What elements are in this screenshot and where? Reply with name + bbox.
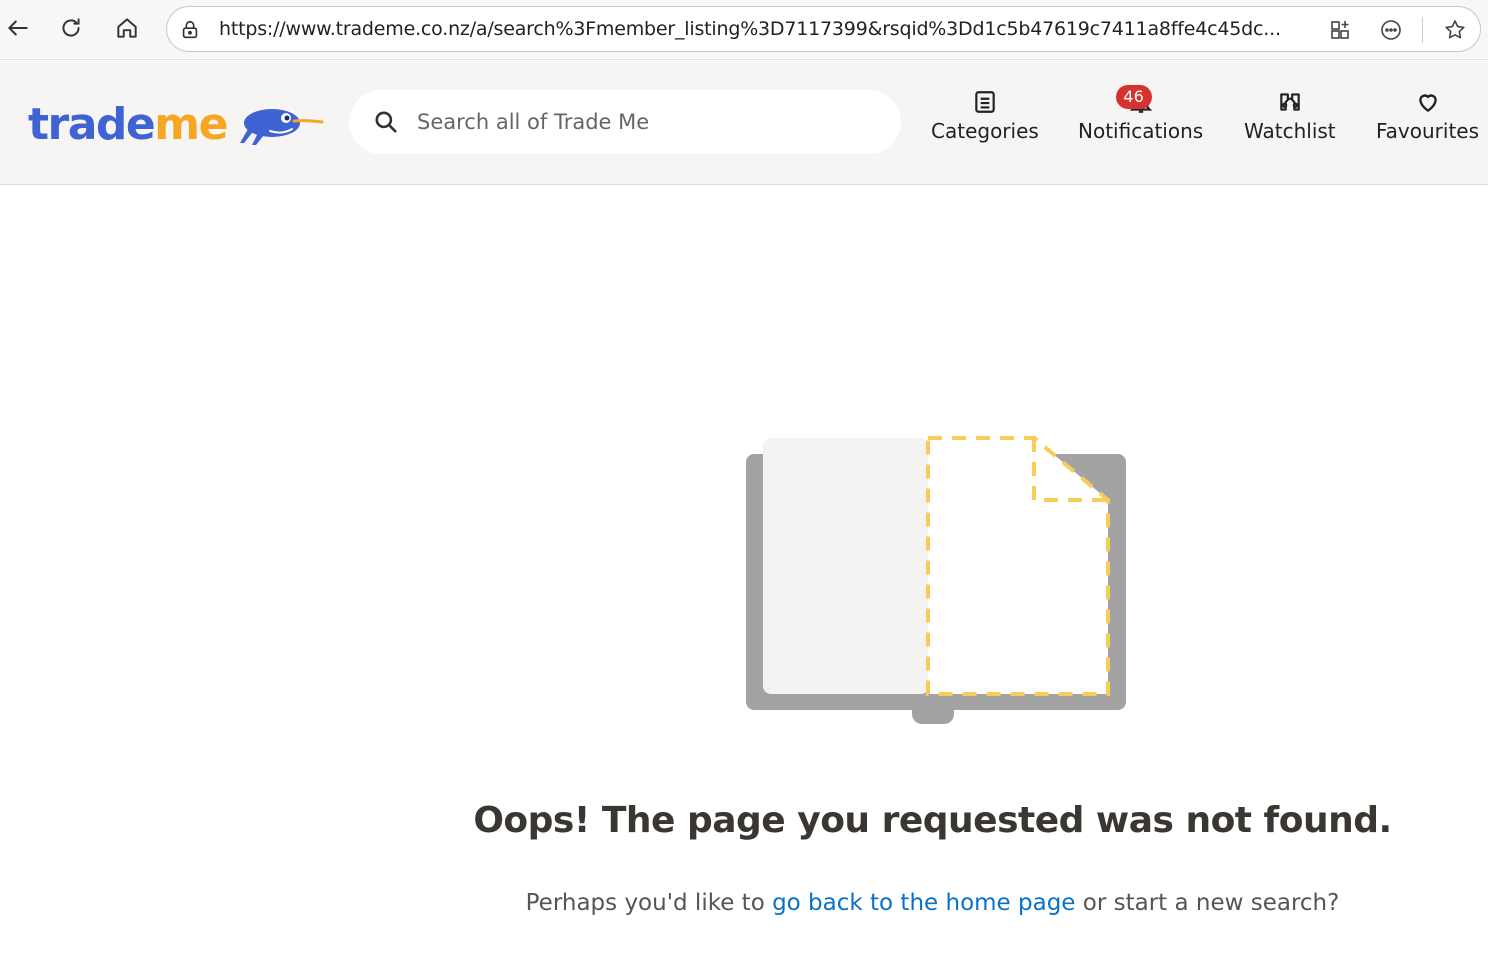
back-arrow-icon	[8, 20, 28, 36]
error-subtitle: Perhaps you'd like to go back to the hom…	[0, 890, 1488, 916]
app-available-button[interactable]	[1326, 15, 1356, 45]
binoculars-icon	[1280, 93, 1300, 111]
home-button[interactable]	[109, 10, 145, 46]
site-header: trademe Categories 46 Notification	[0, 61, 1488, 185]
home-page-link[interactable]: go back to the home page	[772, 890, 1075, 916]
reload-icon	[62, 18, 80, 37]
lock-icon[interactable]	[179, 19, 201, 41]
nav-watchlist-label: Watchlist	[1244, 119, 1336, 143]
logo-me: me	[154, 99, 228, 150]
home-icon	[117, 18, 137, 38]
nav-favourites-label: Favourites	[1376, 119, 1480, 143]
notification-count-badge: 46	[1115, 85, 1152, 109]
nav-notifications-label: Notifications	[1078, 119, 1204, 143]
logo-trade: trade	[28, 99, 156, 150]
address-url[interactable]: https://www.trademe.co.nz/a/search%3Fmem…	[219, 18, 1309, 40]
trademe-logo[interactable]: trademe	[28, 97, 328, 153]
list-icon	[975, 91, 995, 113]
address-bar[interactable]: https://www.trademe.co.nz/a/search%3Fmem…	[166, 6, 1481, 52]
browser-toolbar: https://www.trademe.co.nz/a/search%3Fmem…	[0, 0, 1488, 60]
more-dots-icon	[1381, 20, 1401, 40]
nav-favourites[interactable]: Favourites	[1376, 89, 1479, 159]
search-input[interactable]	[417, 104, 877, 140]
subtitle-suffix: or start a new search?	[1075, 890, 1340, 916]
subtitle-prefix: Perhaps you'd like to	[525, 890, 773, 916]
page-title: Oops! The page you requested was not fou…	[473, 800, 1392, 841]
kiwi-bird-icon	[240, 109, 324, 145]
app-grid-icon	[1331, 21, 1349, 39]
reload-button[interactable]	[53, 10, 89, 46]
nav-categories[interactable]: Categories	[931, 89, 1039, 159]
star-icon	[1445, 20, 1465, 39]
nav-watchlist[interactable]: Watchlist	[1244, 89, 1336, 159]
address-separator	[1422, 17, 1423, 43]
missing-page-book-illustration	[746, 436, 1126, 724]
nav-notifications[interactable]: 46 Notifications	[1078, 85, 1204, 159]
more-options-button[interactable]	[1376, 15, 1406, 45]
nav-categories-label: Categories	[931, 119, 1039, 143]
heart-icon	[1418, 94, 1437, 112]
back-button[interactable]	[0, 10, 36, 46]
search-icon	[375, 111, 397, 133]
bell-icon-wrap: 46	[1115, 85, 1154, 115]
favorite-star-button[interactable]	[1440, 15, 1470, 45]
search-box[interactable]	[349, 90, 901, 154]
logo-text: trademe	[28, 97, 228, 153]
